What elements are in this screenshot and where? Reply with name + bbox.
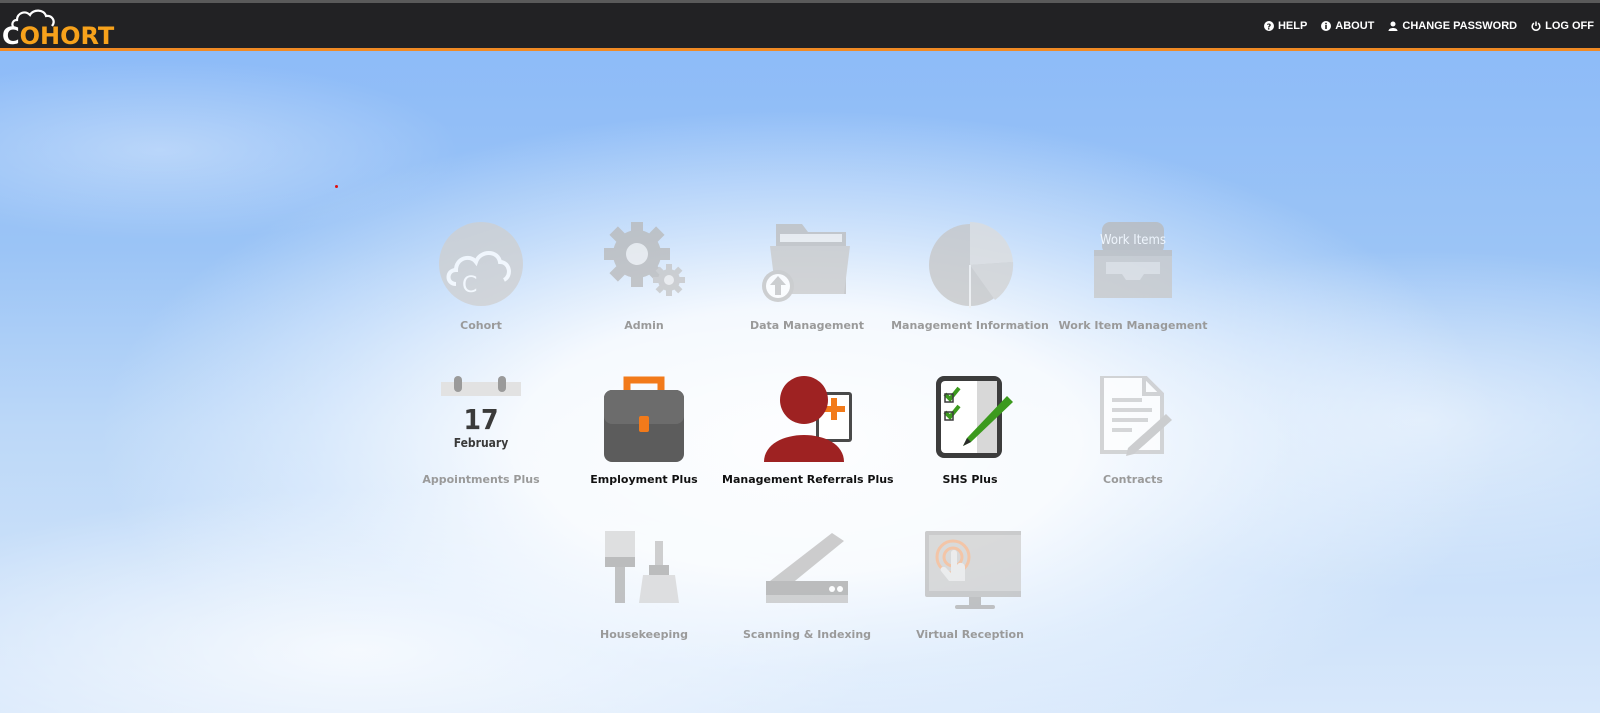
tile-admin[interactable]: Admin (559, 222, 729, 352)
tile-label: Cohort (460, 319, 502, 332)
tile-management-information[interactable]: Management Information (885, 222, 1055, 352)
briefcase-icon (604, 376, 684, 462)
tile-management-referrals-plus[interactable]: Management Referrals Plus (722, 376, 894, 506)
tile-appointments-plus[interactable]: 17 February Appointments Plus (396, 376, 566, 506)
svg-text:?: ? (1267, 22, 1272, 31)
cohort-logo[interactable]: COHORT (2, 7, 118, 50)
top-nav: ? HELP ABOUT CHANGE PASSWORD LOG OFF (1263, 3, 1594, 48)
tile-label: Admin (624, 319, 664, 332)
change-password-link[interactable]: CHANGE PASSWORD (1388, 20, 1517, 32)
tile-label: Virtual Reception (916, 628, 1024, 641)
tile-label: Contracts (1103, 473, 1163, 486)
tile-cohort[interactable]: C Cohort (396, 222, 566, 352)
tile-label: Scanning & Indexing (742, 628, 872, 641)
tile-employment-plus[interactable]: Employment Plus (559, 376, 729, 506)
tile-label: Management Referrals Plus (722, 473, 894, 486)
about-label: ABOUT (1335, 19, 1375, 32)
cursor-marker (335, 185, 338, 188)
scanner-icon (766, 533, 848, 603)
folder-upload-icon (762, 224, 850, 302)
logo-letter-c: C (2, 22, 20, 50)
tile-virtual-reception[interactable]: Virtual Reception (885, 531, 1055, 661)
brush-icon (605, 531, 679, 603)
touch-screen-icon (925, 531, 1021, 609)
power-icon (1531, 21, 1541, 31)
gears-icon (604, 222, 685, 296)
tile-contracts[interactable]: Contracts (1048, 376, 1218, 506)
checklist-pen-icon (936, 376, 1013, 458)
tile-label: Work Item Management (1058, 319, 1208, 332)
help-icon: ? (1263, 20, 1274, 31)
change-password-label: CHANGE PASSWORD (1402, 19, 1518, 32)
help-label: HELP (1277, 19, 1308, 32)
tile-label: Management Information (891, 319, 1049, 332)
log-off-label: LOG OFF (1545, 19, 1594, 32)
person-referral-icon (764, 376, 852, 462)
tile-label: Data Management (749, 319, 865, 332)
user-icon (1388, 21, 1398, 31)
info-icon (1321, 20, 1332, 31)
calendar-icon: 17 February (441, 376, 521, 450)
tile-work-item-management[interactable]: Work Items Work Item Management (1048, 222, 1218, 352)
svg-text:C: C (462, 273, 477, 298)
log-off-link[interactable]: LOG OFF (1531, 20, 1594, 32)
tile-data-management[interactable]: Data Management (722, 222, 892, 352)
pie-chart-icon (929, 222, 1014, 308)
cohort-cloud-icon: C (439, 222, 523, 306)
tile-scanning-indexing[interactable]: Scanning & Indexing (722, 531, 892, 661)
about-link[interactable]: ABOUT (1321, 20, 1374, 32)
tile-label: Housekeeping (600, 628, 688, 641)
tile-label: Employment Plus (590, 473, 698, 486)
logo-wordmark: OHORT (19, 22, 115, 50)
document-pen-icon (1100, 376, 1172, 456)
tile-label: Appointments Plus (422, 473, 540, 486)
tile-label: SHS Plus (942, 473, 998, 486)
inbox-tray-icon: Work Items (1094, 222, 1172, 298)
svg-text:February: February (454, 436, 509, 450)
tile-shs-plus[interactable]: SHS Plus (885, 376, 1055, 506)
top-bar: COHORT ? HELP ABOUT CHANGE PASSWORD LOG … (0, 3, 1600, 51)
svg-text:17: 17 (463, 403, 498, 436)
tile-housekeeping[interactable]: Housekeeping (559, 531, 729, 661)
help-link[interactable]: ? HELP (1263, 19, 1308, 32)
svg-text:Work Items: Work Items (1100, 233, 1166, 248)
